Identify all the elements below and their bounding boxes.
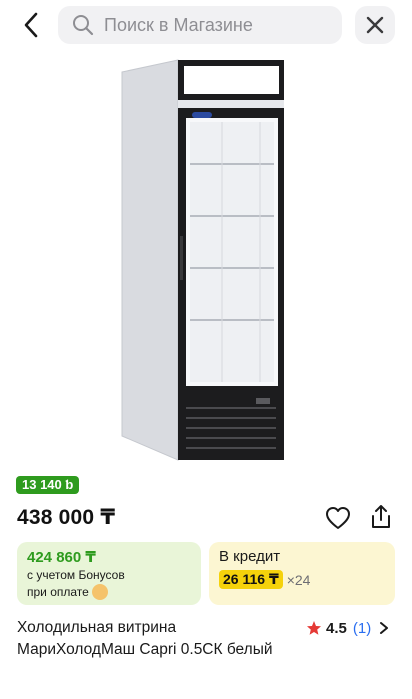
chevron-left-icon <box>24 12 38 38</box>
share-icon <box>372 505 390 528</box>
bonus-note-line1: с учетом Бонусов <box>27 568 125 582</box>
heart-icon <box>326 507 350 529</box>
rating-value: 4.5 <box>326 619 347 637</box>
product-price: 438 000 ₸ <box>17 506 116 529</box>
product-title: Холодильная витрина МариХолодМаш Capri 0… <box>17 619 273 658</box>
bonus-note-row: при оплате <box>27 584 191 601</box>
bonus-note-line2: при оплате <box>27 585 89 600</box>
share-button[interactable] <box>367 503 395 531</box>
star-icon <box>307 621 321 635</box>
bonus-price-card[interactable]: 424 860 ₸ с учетом Бонусов при оплате <box>17 542 201 605</box>
favorite-button[interactable] <box>324 504 352 532</box>
rating-link[interactable]: 4.5 (1) <box>306 617 389 639</box>
installment-months: ×24 <box>286 571 311 588</box>
bonus-badge: 13 140 ƅ <box>16 476 80 494</box>
search-bar[interactable] <box>58 6 342 44</box>
search-input[interactable] <box>104 14 324 36</box>
credit-title: В кредит <box>219 548 281 565</box>
product-image[interactable] <box>110 56 300 464</box>
bonus-coin-icon <box>91 584 108 600</box>
back-button[interactable] <box>16 10 46 40</box>
fridge-illustration <box>121 59 284 461</box>
installment-amount: 26 116 ₸ <box>219 570 283 589</box>
close-button[interactable] <box>355 6 395 44</box>
bonus-price: 424 860 ₸ <box>27 549 96 566</box>
top-bar <box>0 0 412 50</box>
search-icon <box>73 15 94 36</box>
reviews-count: (1) <box>352 619 372 637</box>
close-icon <box>366 16 384 34</box>
chevron-right-icon <box>379 621 389 635</box>
credit-card[interactable]: В кредит 26 116 ₸ ×24 <box>209 542 395 605</box>
credit-line: 26 116 ₸ ×24 <box>219 570 385 589</box>
